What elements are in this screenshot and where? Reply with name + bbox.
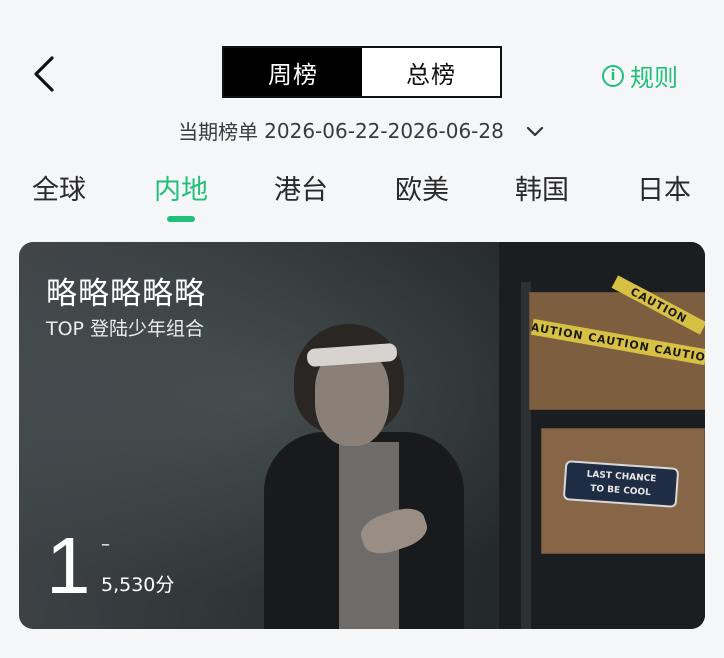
overall-chart-tab[interactable]: 总榜 <box>362 48 500 96</box>
box-sign: LAST CHANCE TO BE COOL <box>562 460 680 508</box>
rank-number: 1 <box>46 521 91 610</box>
period-range: 2026-06-22-2026-06-28 <box>264 118 504 143</box>
rank-change: – <box>101 534 110 555</box>
chevron-down-icon <box>526 126 543 136</box>
weekly-chart-tab[interactable]: 周榜 <box>224 48 362 96</box>
song-title: 略略略略略 <box>46 276 206 312</box>
active-tab-indicator <box>167 216 195 222</box>
tab-western[interactable]: 欧美 <box>382 168 462 207</box>
top-song-card[interactable]: CAUTION CAUTION CAUTION CAUTION LAST CHA… <box>19 242 705 629</box>
period-label: 当期榜单 <box>178 120 259 144</box>
info-icon: i <box>602 64 624 87</box>
tab-hk-tw[interactable]: 港台 <box>261 168 341 207</box>
tab-mainland[interactable]: 内地 <box>141 168 221 207</box>
rules-label: 规则 <box>630 64 678 92</box>
rules-button[interactable]: i 规则 <box>602 58 678 93</box>
back-button[interactable] <box>28 52 64 96</box>
chart-score: 5,530分 <box>101 574 175 596</box>
period-selector[interactable]: 当期榜单 2026-06-22-2026-06-28 <box>0 116 724 145</box>
region-tabs: 全球 内地 港台 欧美 韩国 日本 <box>0 168 724 228</box>
chart-period-toggle: 周榜 总榜 <box>222 46 502 98</box>
tab-japan[interactable]: 日本 <box>624 168 704 207</box>
artist-name: TOP 登陆少年组合 <box>46 318 205 340</box>
tab-global[interactable]: 全球 <box>19 168 99 207</box>
chevron-left-icon <box>34 56 54 92</box>
tab-korea[interactable]: 韩国 <box>502 168 582 207</box>
